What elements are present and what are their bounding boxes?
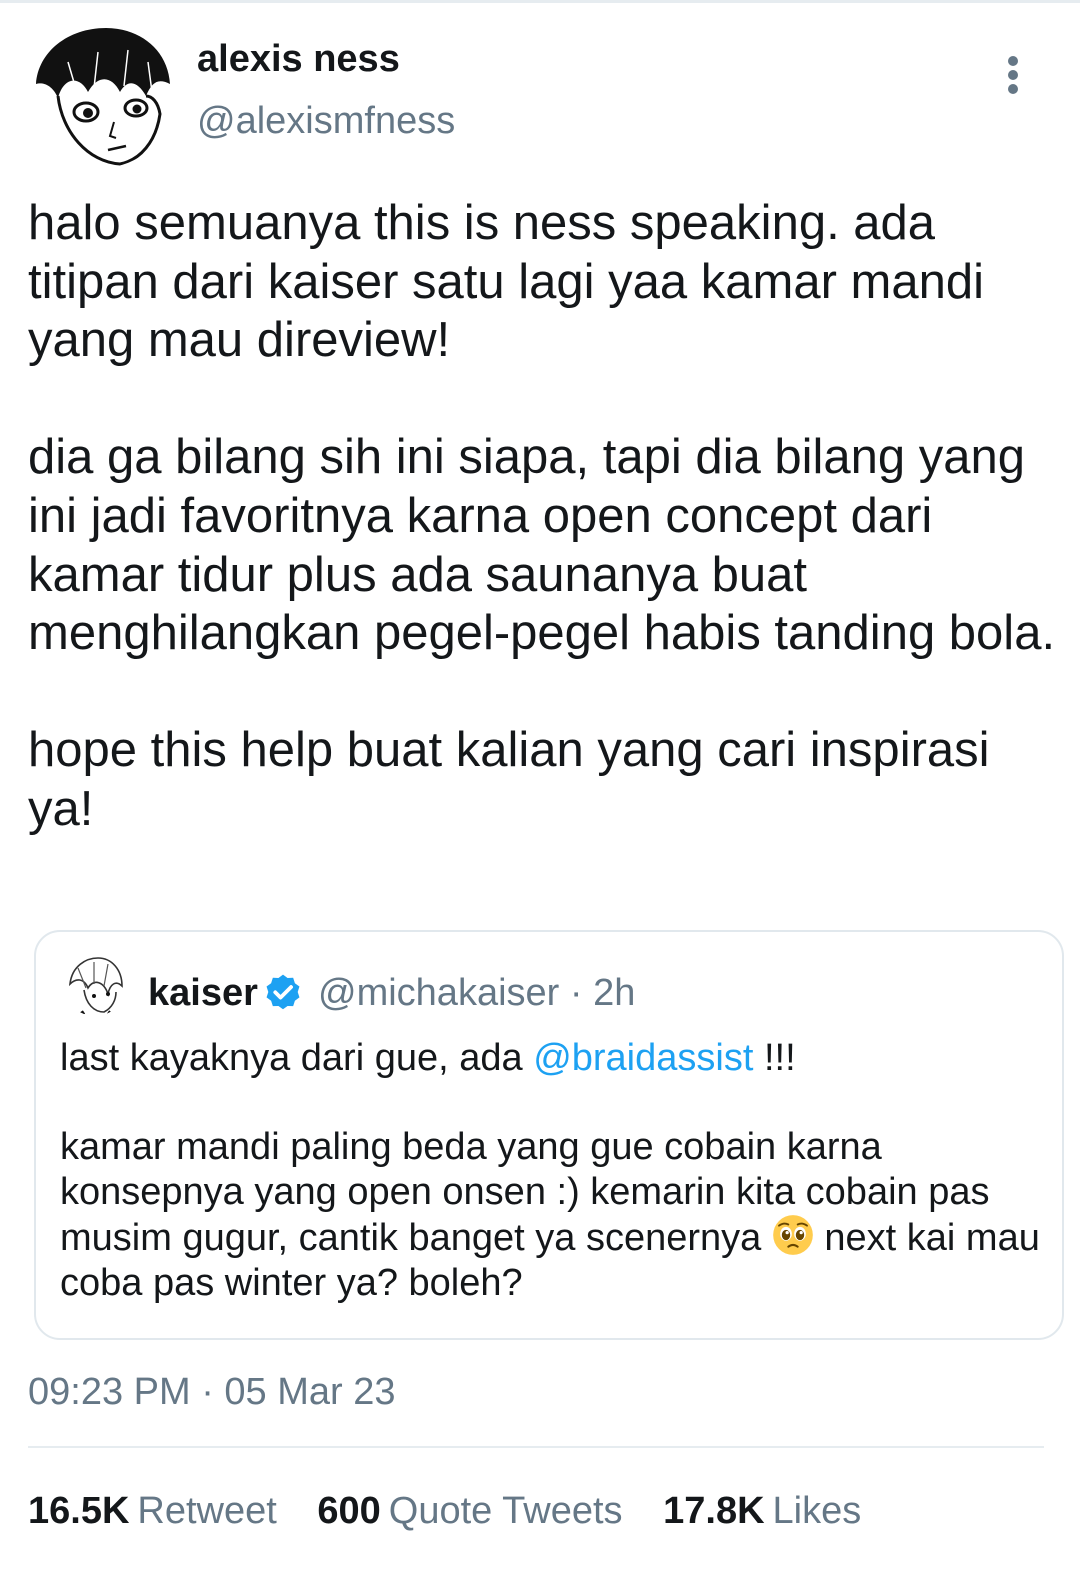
likes-stat[interactable]: 17.8K Likes: [663, 1490, 861, 1533]
quoted-author-name[interactable]: kaiser: [148, 972, 258, 1015]
tweet-paragraph: halo semuanya this is ness speaking. ada…: [28, 196, 984, 368]
retweets-label: Retweet: [137, 1490, 277, 1532]
quoted-handle-time[interactable]: @michakaiser · 2h: [318, 972, 635, 1015]
mention-link[interactable]: @braidassist: [533, 1037, 753, 1079]
quoted-author-avatar[interactable]: [64, 954, 126, 1016]
divider: [28, 1446, 1044, 1448]
likes-count: 17.8K: [663, 1490, 765, 1532]
pleading-face-icon: [773, 1215, 813, 1256]
manga-avatar-icon: [28, 22, 174, 168]
author-avatar[interactable]: [28, 22, 174, 168]
tweet-paragraph: dia ga bilang sih ini siapa, tapi dia bi…: [28, 430, 1056, 661]
manga-avatar-icon: [64, 954, 126, 1016]
quote-tweets-label: Quote Tweets: [388, 1490, 623, 1532]
verified-badge-icon: [266, 974, 300, 1010]
tweet-paragraph: hope this help buat kalian yang cari ins…: [28, 723, 990, 836]
retweets-stat[interactable]: 16.5K Retweet: [28, 1490, 277, 1533]
engagement-stats: 16.5K Retweet 600 Quote Tweets 17.8K Likes: [28, 1490, 891, 1533]
quoted-tweet-text: last kayaknya dari gue, ada @braidassist…: [60, 1036, 1040, 1306]
quoted-paragraph: last kayaknya dari gue, ada @braidassist…: [60, 1036, 1040, 1081]
quoted-text-segment: last kayaknya dari gue, ada: [60, 1037, 534, 1079]
tweet-text: halo semuanya this is ness speaking. ada…: [28, 194, 1058, 839]
author-display-name[interactable]: alexis ness: [197, 38, 400, 81]
quoted-paragraph: kamar mandi paling beda yang gue cobain …: [60, 1125, 1040, 1305]
quote-tweets-stat[interactable]: 600 Quote Tweets: [317, 1490, 622, 1533]
more-vertical-icon[interactable]: [1000, 52, 1028, 98]
retweets-count: 16.5K: [28, 1490, 130, 1532]
author-handle[interactable]: @alexismfness: [197, 100, 455, 143]
likes-label: Likes: [772, 1490, 862, 1532]
quoted-text-segment: !!!: [753, 1037, 796, 1079]
quote-tweets-count: 600: [317, 1490, 381, 1532]
top-divider: [0, 0, 1080, 3]
tweet-timestamp[interactable]: 09:23 PM · 05 Mar 23: [28, 1371, 396, 1414]
quoted-tweet-card[interactable]: kaiser @michakaiser · 2h last kayaknya d…: [34, 930, 1064, 1340]
